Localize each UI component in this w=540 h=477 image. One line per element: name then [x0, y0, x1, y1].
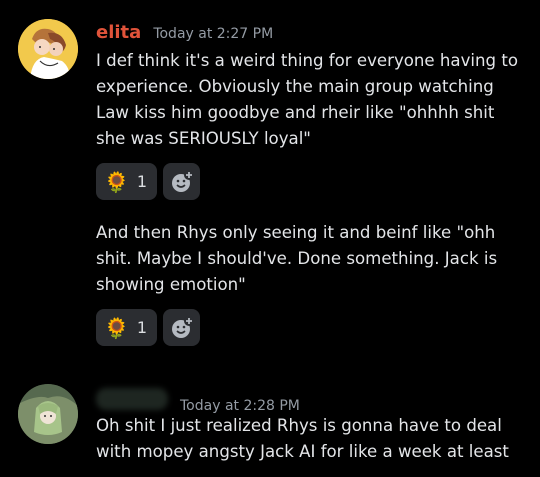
- message-text: Oh shit I just realized Rhys is gonna ha…: [96, 416, 509, 461]
- add-reaction-icon: [171, 315, 194, 338]
- add-reaction-icon: [171, 169, 194, 192]
- username-redacted[interactable]: [96, 388, 168, 410]
- reaction-count: 1: [136, 172, 147, 191]
- add-reaction-button[interactable]: [163, 309, 200, 346]
- add-reaction-button[interactable]: [163, 163, 200, 200]
- reaction-count: 1: [136, 318, 147, 337]
- message-header: elita Today at 2:27 PM: [96, 22, 273, 46]
- timestamp: Today at 2:28 PM: [180, 398, 300, 414]
- reaction-bar: 🌻 1: [96, 163, 200, 200]
- reaction-sunflower[interactable]: 🌻 1: [96, 163, 157, 200]
- sunflower-icon: 🌻: [104, 315, 129, 340]
- message-header: Today at 2:28 PM: [96, 388, 300, 414]
- message-text: And then Rhys only seeing it and beinf l…: [96, 223, 503, 294]
- reaction-sunflower[interactable]: 🌻 1: [96, 309, 157, 346]
- sunflower-icon: 🌻: [104, 169, 129, 194]
- avatar-elita[interactable]: [18, 19, 78, 79]
- reaction-bar: 🌻 1: [96, 309, 200, 346]
- username[interactable]: elita: [96, 22, 141, 43]
- message-text: I def think it's a weird thing for every…: [96, 51, 524, 148]
- avatar-user-2[interactable]: [18, 384, 78, 444]
- timestamp: Today at 2:27 PM: [153, 26, 274, 42]
